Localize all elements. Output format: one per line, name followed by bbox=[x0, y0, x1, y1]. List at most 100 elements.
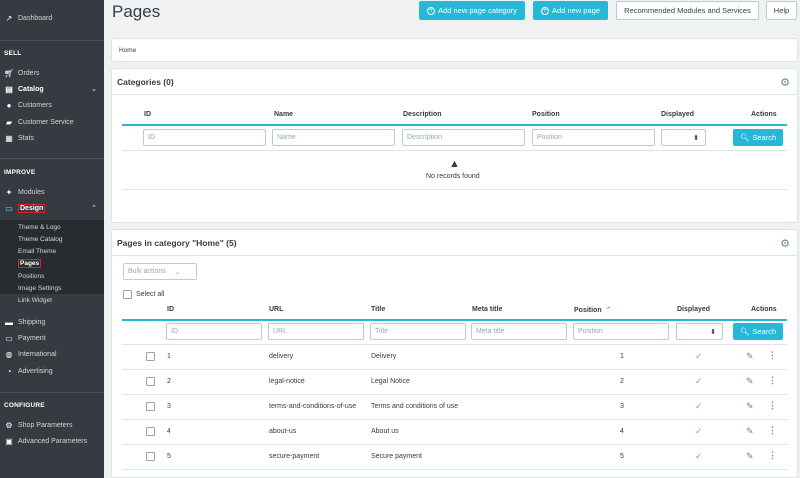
sidebar-item-design[interactable]: ▭ Design ⌃ bbox=[0, 201, 104, 215]
filter-title-input[interactable]: Title bbox=[370, 323, 466, 340]
edit-icon[interactable]: ✎ bbox=[746, 351, 754, 362]
filter-position-input[interactable]: Position bbox=[573, 323, 669, 340]
bulk-actions-dropdown[interactable]: Bulk actions ⌄ bbox=[123, 263, 197, 280]
cell-position: 2 bbox=[620, 378, 624, 385]
help-button[interactable]: Help bbox=[766, 1, 797, 20]
globe-icon: ◍ bbox=[5, 349, 13, 359]
check-icon[interactable]: ✓ bbox=[695, 351, 703, 362]
sidebar-heading-sell: SELL bbox=[4, 50, 22, 57]
more-icon[interactable]: ⋮ bbox=[768, 425, 777, 436]
row-checkbox[interactable] bbox=[146, 402, 155, 411]
sidebar-item-international[interactable]: ◍ International bbox=[0, 347, 104, 361]
edit-icon[interactable]: ✎ bbox=[746, 426, 754, 437]
sidebar-item-catalog[interactable]: ▤ Catalog ⌄ bbox=[0, 82, 104, 96]
filter-name-input[interactable]: Name bbox=[272, 129, 395, 146]
filter-id-input[interactable]: ID bbox=[166, 323, 262, 340]
column-header-position[interactable]: Position bbox=[532, 111, 560, 118]
sidebar-subitem-link-widget[interactable]: Link Widget bbox=[18, 297, 52, 304]
trend-icon: ↗ bbox=[5, 13, 13, 23]
column-header-meta-title[interactable]: Meta title bbox=[472, 306, 502, 313]
sidebar-subitem-pages[interactable]: Pages bbox=[18, 259, 42, 268]
row-checkbox[interactable] bbox=[146, 427, 155, 436]
divider bbox=[122, 444, 787, 445]
row-checkbox[interactable] bbox=[146, 452, 155, 461]
divider bbox=[122, 369, 787, 370]
column-header-id[interactable]: ID bbox=[167, 306, 174, 313]
add-page-category-button[interactable]: + Add new page category bbox=[419, 1, 525, 20]
more-icon[interactable]: ⋮ bbox=[768, 350, 777, 361]
check-icon[interactable]: ✓ bbox=[695, 376, 703, 387]
categories-title: Categories (0) bbox=[117, 77, 174, 87]
gear-icon: ⚙ bbox=[5, 420, 13, 430]
sidebar-subitem-label: Pages bbox=[18, 259, 42, 268]
check-icon[interactable]: ✓ bbox=[695, 426, 703, 437]
sidebar-item-modules[interactable]: ✦ Modules bbox=[0, 185, 104, 199]
sidebar-item-payment[interactable]: ▭ Payment bbox=[0, 331, 104, 345]
recommended-modules-button[interactable]: Recommended Modules and Services bbox=[616, 1, 759, 20]
column-header-name[interactable]: Name bbox=[274, 111, 293, 118]
row-checkbox[interactable] bbox=[146, 377, 155, 386]
divider bbox=[122, 469, 787, 470]
filter-displayed-select[interactable]: ⬍ bbox=[661, 129, 706, 146]
sidebar-item-label: Orders bbox=[18, 69, 40, 77]
filter-url-input[interactable]: URL bbox=[268, 323, 364, 340]
edit-icon[interactable]: ✎ bbox=[746, 376, 754, 387]
chevron-down-icon: ⌄ bbox=[174, 268, 181, 276]
filter-meta-title-input[interactable]: Meta title bbox=[471, 323, 567, 340]
filter-description-input[interactable]: Description bbox=[402, 129, 525, 146]
column-header-id[interactable]: ID bbox=[144, 111, 151, 118]
sidebar-item-advanced-parameters[interactable]: ▣ Advanced Parameters bbox=[0, 434, 104, 448]
edit-icon[interactable]: ✎ bbox=[746, 451, 754, 462]
sidebar-subitem-theme-logo[interactable]: Theme & Logo bbox=[18, 224, 61, 231]
puzzle-icon: ✦ bbox=[5, 187, 13, 197]
more-icon[interactable]: ⋮ bbox=[768, 450, 777, 461]
sidebar-item-shipping[interactable]: ▬ Shipping bbox=[0, 315, 104, 329]
gear-icon[interactable]: ⚙ bbox=[780, 237, 790, 250]
edit-icon[interactable]: ✎ bbox=[746, 401, 754, 412]
divider bbox=[0, 392, 104, 393]
column-header-displayed: Displayed bbox=[677, 306, 711, 313]
add-page-button[interactable]: + Add new page bbox=[533, 1, 608, 20]
sidebar-item-shop-parameters[interactable]: ⚙ Shop Parameters bbox=[0, 418, 104, 432]
check-icon[interactable]: ✓ bbox=[695, 401, 703, 412]
more-icon[interactable]: ⋮ bbox=[768, 375, 777, 386]
filter-displayed-select[interactable]: ⬍ bbox=[676, 323, 723, 340]
page-title: Pages bbox=[112, 2, 161, 21]
more-icon[interactable]: ⋮ bbox=[768, 400, 777, 411]
sidebar-subitem-positions[interactable]: Positions bbox=[18, 273, 44, 280]
categories-search-button[interactable]: 🔍︎ Search bbox=[733, 129, 783, 146]
sidebar-item-stats[interactable]: ▦ Stats bbox=[0, 131, 104, 145]
sidebar-item-advertising[interactable]: ◔ Advertising bbox=[0, 364, 104, 378]
sidebar-item-dashboard[interactable]: ↗ Dashboard bbox=[0, 11, 104, 25]
cell-position: 5 bbox=[620, 453, 624, 460]
column-header-title[interactable]: Title bbox=[371, 306, 385, 313]
cell-title: Terms and conditions of use bbox=[371, 403, 459, 410]
sidebar-item-orders[interactable]: 🛒︎ Orders bbox=[0, 66, 104, 80]
divider bbox=[122, 419, 787, 420]
chevron-up-icon: ⌃ bbox=[91, 205, 97, 212]
column-header-position[interactable]: Position ⌃ bbox=[574, 306, 612, 314]
sidebar-item-customers[interactable]: ● Customers bbox=[0, 98, 104, 112]
check-icon[interactable]: ✓ bbox=[695, 451, 703, 462]
filter-position-input[interactable]: Position bbox=[532, 129, 655, 146]
pages-search-button[interactable]: 🔍︎ Search bbox=[733, 323, 783, 340]
pages-panel: Pages in category "Home" (5) ⚙ Bulk acti… bbox=[111, 229, 798, 478]
select-all-checkbox[interactable] bbox=[123, 290, 132, 299]
column-header-description[interactable]: Description bbox=[403, 111, 442, 118]
column-header-url[interactable]: URL bbox=[269, 306, 283, 313]
tools-icon: ▣ bbox=[5, 436, 13, 446]
select-all-label[interactable]: Select all bbox=[136, 291, 164, 298]
gear-icon[interactable]: ⚙ bbox=[780, 76, 790, 89]
no-records-text: No records found bbox=[426, 173, 480, 180]
divider bbox=[112, 255, 797, 256]
filter-id-input[interactable]: ID bbox=[143, 129, 266, 146]
sidebar-subitem-image-settings[interactable]: Image Settings bbox=[18, 285, 61, 292]
breadcrumb-home[interactable]: Home bbox=[119, 47, 136, 54]
sidebar-subitem-theme-catalog[interactable]: Theme Catalog bbox=[18, 236, 62, 243]
pages-title: Pages in category "Home" (5) bbox=[117, 238, 237, 248]
cell-position: 3 bbox=[620, 403, 624, 410]
sidebar-subitem-email-theme[interactable]: Email Theme bbox=[18, 248, 56, 255]
column-header-actions: Actions bbox=[751, 306, 777, 313]
row-checkbox[interactable] bbox=[146, 352, 155, 361]
sidebar-item-customer-service[interactable]: ▰ Customer Service bbox=[0, 115, 104, 129]
